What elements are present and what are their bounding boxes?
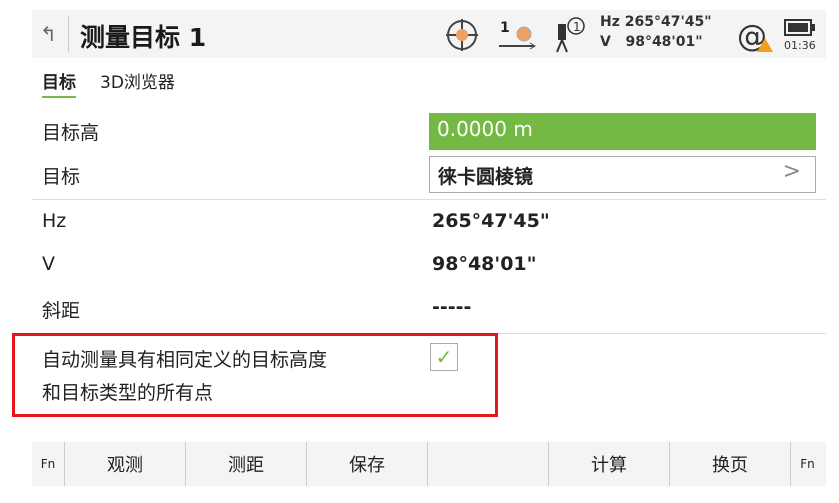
fn-left-button[interactable]: Fn: [32, 442, 65, 486]
divider: [68, 16, 69, 52]
angle-readout: Hz 265°47'45" V 98°48'01": [600, 12, 712, 52]
slope-distance-label: 斜距: [42, 300, 81, 322]
empty-softkey[interactable]: [428, 442, 549, 486]
v-label: V: [42, 253, 55, 275]
page-button[interactable]: 换页: [670, 442, 791, 486]
page-title: 测量目标 1: [80, 23, 207, 52]
hz-value: 265°47'45": [432, 210, 550, 232]
back-icon[interactable]: ↰: [40, 22, 57, 46]
calculate-button[interactable]: 计算: [549, 442, 670, 486]
crosshair-target-icon[interactable]: [445, 18, 479, 52]
target-value: 徕卡圆棱镜: [438, 166, 534, 188]
clock: 01:36: [784, 39, 816, 52]
fn-right-button[interactable]: Fn: [791, 442, 824, 486]
face-indicator: 1: [573, 20, 581, 34]
measure-distance-button[interactable]: 测距: [186, 442, 307, 486]
tab-3d-viewer[interactable]: 3D浏览器: [100, 68, 175, 93]
instrument-icon[interactable]: 1: [552, 16, 588, 54]
observe-button[interactable]: 观测: [65, 442, 186, 486]
hz-readout: Hz 265°47'45": [600, 14, 712, 30]
target-height-label: 目标高: [42, 122, 100, 144]
tab-target[interactable]: 目标: [42, 68, 76, 98]
connection-warning-icon[interactable]: @: [737, 18, 773, 54]
slope-distance-value: -----: [432, 296, 472, 318]
softkey-bar: Fn 观测 测距 保存 计算 换页 Fn: [32, 442, 826, 486]
save-button[interactable]: 保存: [307, 442, 428, 486]
v-readout: V 98°48'01": [600, 34, 703, 50]
highlight-box: [12, 333, 498, 417]
battery-icon: [784, 19, 815, 36]
target-height-input[interactable]: 0.0000 m: [429, 113, 816, 150]
title-bar: ↰ 测量目标 1 1 1 Hz 265°47'45" V 98°48'01" @ …: [32, 10, 826, 58]
divider: [32, 199, 826, 200]
chevron-right-icon: >: [782, 159, 801, 184]
target-select[interactable]: 徕卡圆棱镜 >: [429, 156, 816, 193]
prism-icon[interactable]: [496, 18, 538, 52]
hz-label: Hz: [42, 210, 67, 232]
v-value: 98°48'01": [432, 253, 537, 275]
target-label: 目标: [42, 166, 81, 188]
